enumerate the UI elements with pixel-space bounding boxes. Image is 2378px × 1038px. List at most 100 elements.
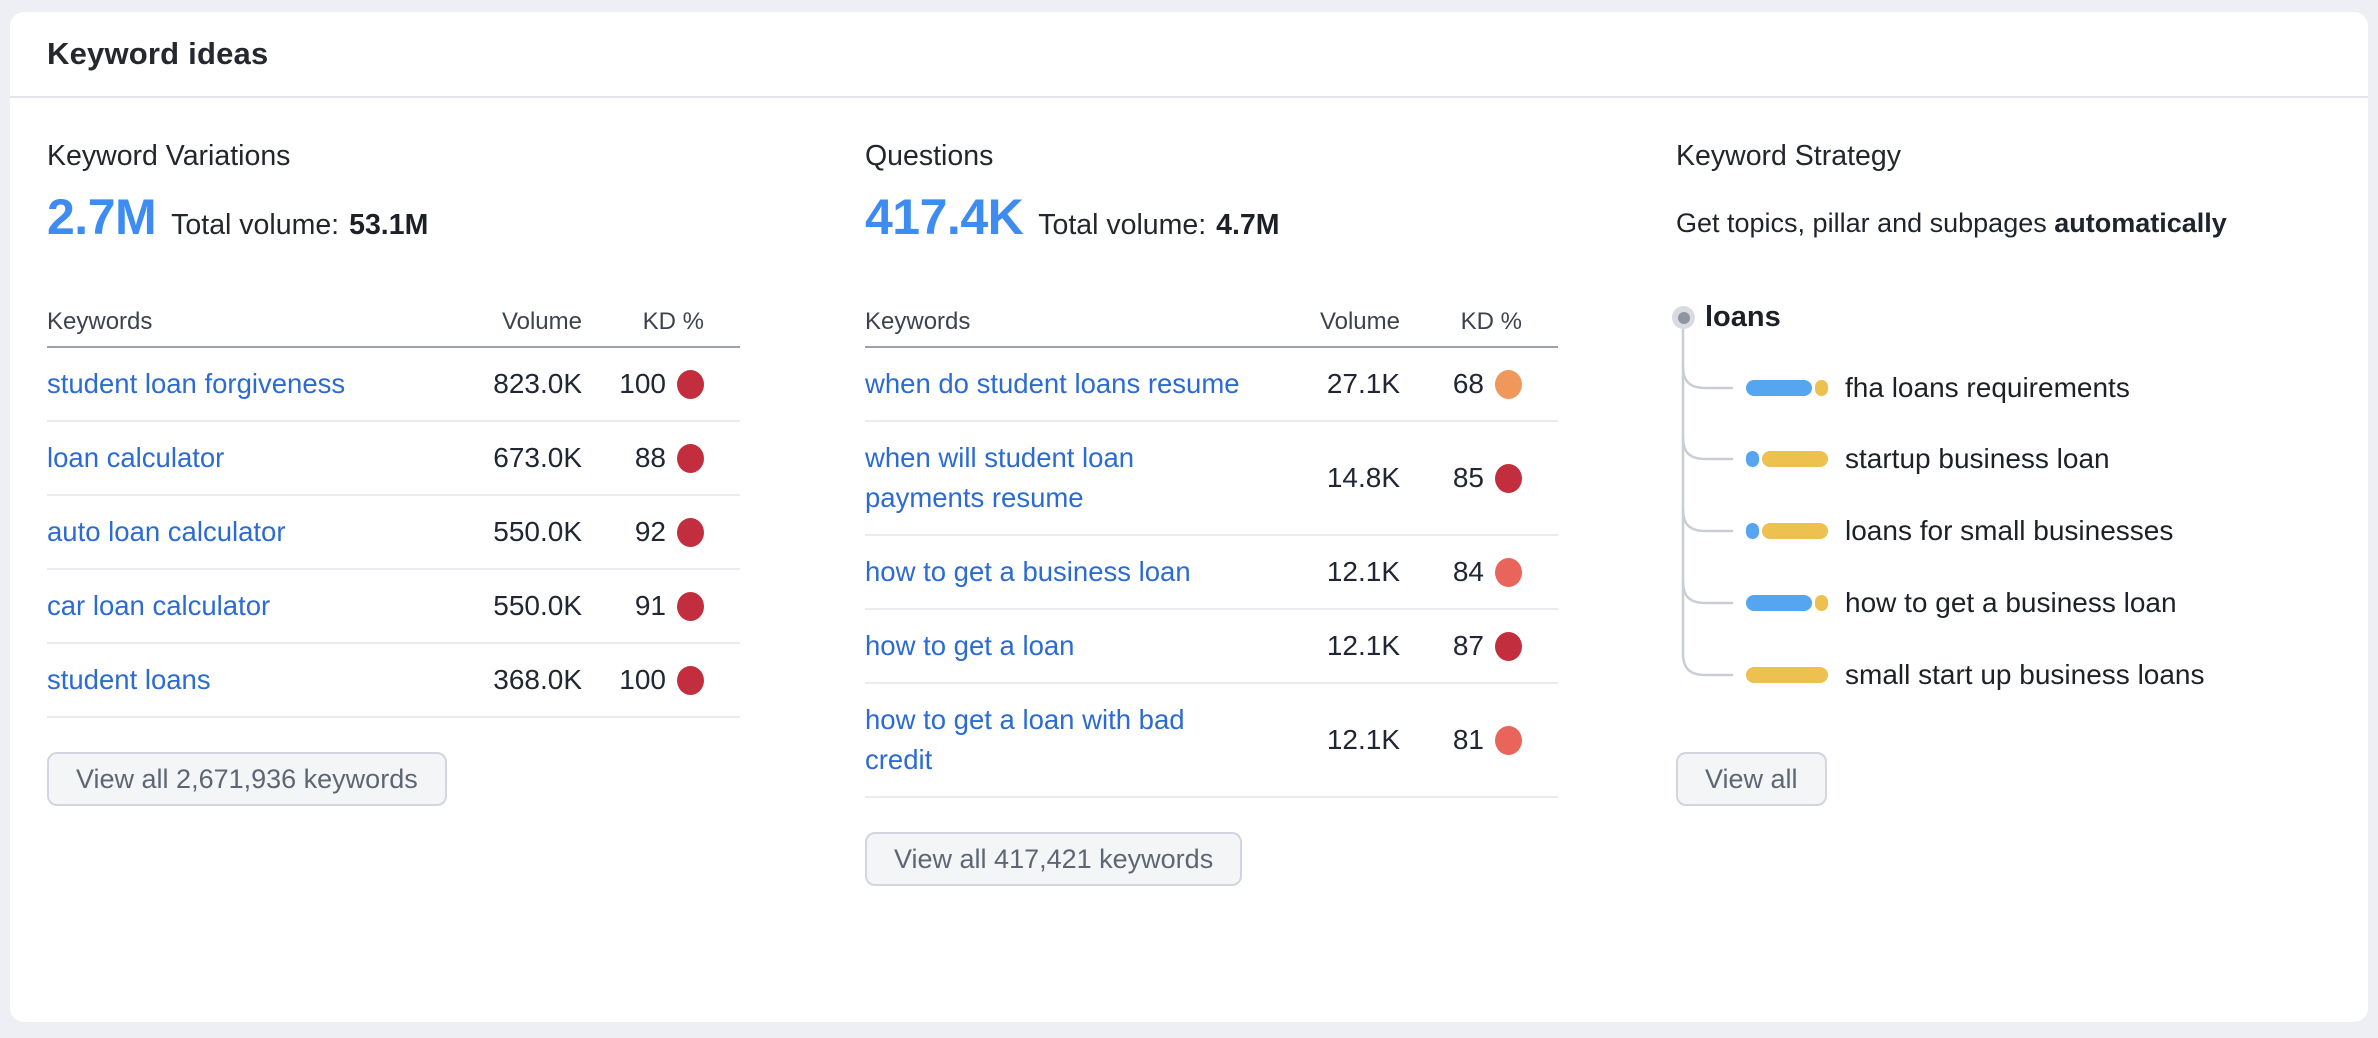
table-row: car loan calculator 550.0K 91	[47, 570, 740, 644]
volume-value: 12.1K	[1260, 630, 1400, 662]
column-header-keywords: Keywords	[865, 308, 1260, 336]
keyword-variations-column: Keyword Variations 2.7M Total volume: 53…	[47, 100, 740, 1025]
tree-item: loans for small businesses	[1746, 515, 2173, 547]
kd-value: 100	[619, 368, 666, 400]
pill-segment	[1815, 380, 1828, 396]
kd-value: 92	[635, 516, 666, 548]
pill-segment	[1746, 595, 1812, 611]
card-content: Keyword Variations 2.7M Total volume: 53…	[10, 100, 2368, 1022]
pill-segment	[1746, 667, 1828, 683]
kd-cell: 87	[1400, 630, 1558, 662]
keyword-link[interactable]: how to get a loan	[865, 626, 1260, 666]
view-all-strategy-button[interactable]: View all	[1676, 752, 1827, 806]
kd-indicator-dot	[1495, 464, 1522, 493]
column-header-volume: Volume	[442, 308, 582, 336]
volume-value: 12.1K	[1260, 724, 1400, 756]
kd-indicator-dot	[677, 666, 704, 695]
keyword-link[interactable]: when will student loan payments resume	[865, 438, 1260, 518]
root-node-bullet-icon	[1672, 306, 1695, 329]
kd-indicator-dot	[677, 444, 704, 473]
tree-item-label: how to get a business loan	[1845, 587, 2177, 619]
kd-cell: 91	[582, 590, 740, 622]
variations-count: 2.7M	[47, 188, 156, 246]
volume-value: 12.1K	[1260, 556, 1400, 588]
variations-total-volume-value: 53.1M	[349, 209, 428, 242]
kd-indicator-dot	[1495, 558, 1522, 587]
keyword-link[interactable]: how to get a business loan	[865, 552, 1260, 592]
topic-pill	[1746, 451, 1828, 467]
tree-item-label: small start up business loans	[1845, 659, 2205, 691]
kd-cell: 81	[1400, 724, 1558, 756]
table-row: auto loan calculator 550.0K 92	[47, 496, 740, 570]
table-row: loan calculator 673.0K 88	[47, 422, 740, 496]
column-header-volume: Volume	[1260, 308, 1400, 336]
variations-table-body: student loan forgiveness 823.0K 100 loan…	[47, 348, 740, 718]
table-row: student loan forgiveness 823.0K 100	[47, 348, 740, 422]
kd-indicator-dot	[1495, 632, 1522, 661]
strategy-heading: Keyword Strategy	[1676, 140, 1901, 173]
topic-pill	[1746, 380, 1828, 396]
questions-count: 417.4K	[865, 188, 1023, 246]
kd-cell: 100	[582, 664, 740, 696]
kd-value: 84	[1453, 556, 1484, 588]
kd-value: 88	[635, 442, 666, 474]
questions-table: Keywords Volume KD % when do student loa…	[865, 298, 1558, 798]
volume-value: 368.0K	[442, 664, 582, 696]
volume-value: 550.0K	[442, 590, 582, 622]
strategy-subtitle-bold: automatically	[2054, 208, 2227, 238]
volume-value: 673.0K	[442, 442, 582, 474]
view-all-variations-button[interactable]: View all 2,671,936 keywords	[47, 752, 447, 806]
kd-indicator-dot	[1495, 370, 1522, 399]
kd-indicator-dot	[677, 592, 704, 621]
pill-segment	[1815, 595, 1828, 611]
kd-cell: 68	[1400, 368, 1558, 400]
questions-total-volume-value: 4.7M	[1216, 209, 1279, 242]
keyword-link[interactable]: auto loan calculator	[47, 512, 442, 552]
kd-cell: 92	[582, 516, 740, 548]
strategy-subtitle-text: Get topics, pillar and subpages	[1676, 208, 2054, 238]
table-row: how to get a loan with bad credit 12.1K …	[865, 684, 1558, 798]
volume-value: 550.0K	[442, 516, 582, 548]
keyword-link[interactable]: when do student loans resume	[865, 364, 1260, 404]
tree-item: how to get a business loan	[1746, 587, 2177, 619]
keyword-link[interactable]: student loans	[47, 660, 442, 700]
pill-segment	[1762, 523, 1828, 539]
questions-heading: Questions	[865, 140, 993, 173]
keyword-link[interactable]: car loan calculator	[47, 586, 442, 626]
table-row: student loans 368.0K 100	[47, 644, 740, 718]
kd-value: 68	[1453, 368, 1484, 400]
questions-table-header: Keywords Volume KD %	[865, 298, 1558, 348]
tree-item-label: loans for small businesses	[1845, 515, 2173, 547]
strategy-tree: loans fha loans requirements startup bus…	[1676, 295, 2366, 715]
table-row: how to get a business loan 12.1K 84	[865, 536, 1558, 610]
topic-pill	[1746, 667, 1828, 683]
keyword-link[interactable]: loan calculator	[47, 438, 442, 478]
keyword-link[interactable]: how to get a loan with bad credit	[865, 700, 1260, 780]
kd-value: 100	[619, 664, 666, 696]
kd-value: 87	[1453, 630, 1484, 662]
pill-segment	[1762, 451, 1828, 467]
pill-segment	[1746, 451, 1759, 467]
tree-item: startup business loan	[1746, 443, 2110, 475]
kd-cell: 88	[582, 442, 740, 474]
tree-item: small start up business loans	[1746, 659, 2205, 691]
kd-cell: 84	[1400, 556, 1558, 588]
kd-indicator-dot	[677, 518, 704, 547]
volume-value: 14.8K	[1260, 462, 1400, 494]
kd-indicator-dot	[1495, 726, 1522, 755]
pill-segment	[1746, 523, 1759, 539]
kd-cell: 85	[1400, 462, 1558, 494]
strategy-subtitle: Get topics, pillar and subpages automati…	[1676, 206, 2227, 240]
page-title: Keyword ideas	[47, 36, 268, 72]
tree-root-label: loans	[1705, 301, 1781, 334]
variations-stat-line: 2.7M Total volume: 53.1M	[47, 188, 428, 246]
tree-item-label: startup business loan	[1845, 443, 2110, 475]
variations-table: Keywords Volume KD % student loan forgiv…	[47, 298, 740, 718]
questions-column: Questions 417.4K Total volume: 4.7M Keyw…	[865, 100, 1558, 1025]
view-all-questions-button[interactable]: View all 417,421 keywords	[865, 832, 1242, 886]
table-row: how to get a loan 12.1K 87	[865, 610, 1558, 684]
keyword-link[interactable]: student loan forgiveness	[47, 364, 442, 404]
kd-value: 81	[1453, 724, 1484, 756]
questions-table-body: when do student loans resume 27.1K 68 wh…	[865, 348, 1558, 798]
kd-value: 85	[1453, 462, 1484, 494]
